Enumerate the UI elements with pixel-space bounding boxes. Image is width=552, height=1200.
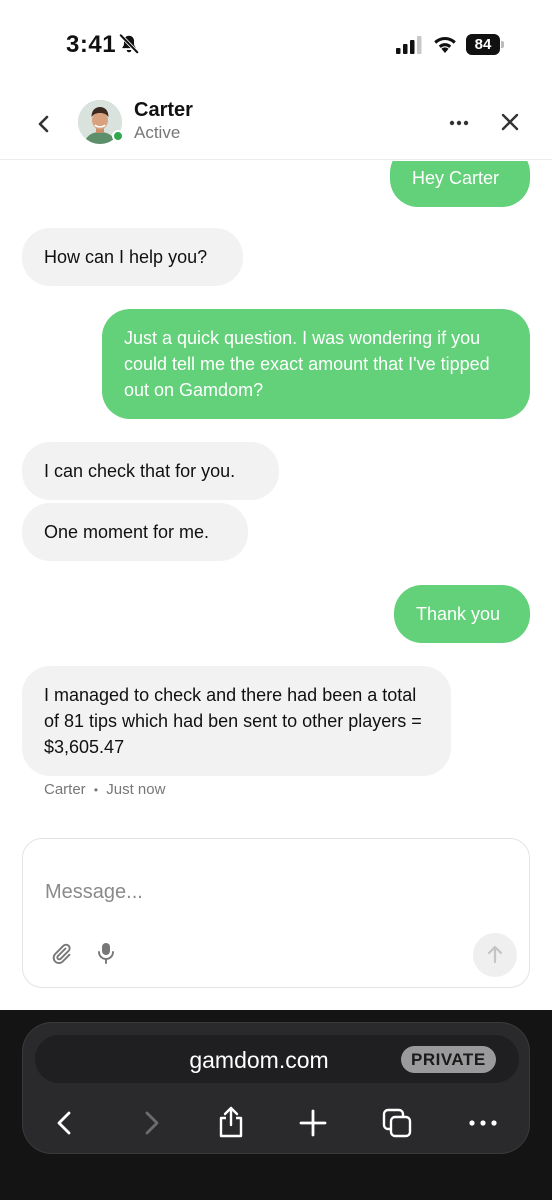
close-icon[interactable]	[496, 108, 524, 136]
message-bubble-outgoing: Just a quick question. I was wondering i…	[102, 309, 530, 419]
address-bar[interactable]: gamdom.com PRIVATE	[35, 1035, 519, 1083]
browser-toolbar: gamdom.com PRIVATE	[0, 1010, 552, 1200]
message-author: Carter	[44, 781, 86, 798]
message-bubble-incoming: How can I help you?	[22, 228, 243, 286]
message-meta: Carter • Just now	[44, 781, 165, 798]
browser-more-icon[interactable]	[467, 1107, 499, 1139]
wifi-icon	[434, 36, 456, 53]
message-input[interactable]	[45, 875, 485, 909]
private-badge: PRIVATE	[401, 1046, 496, 1073]
signal-icon	[396, 36, 422, 54]
paperclip-icon[interactable]	[49, 941, 73, 965]
message-time: Just now	[106, 781, 166, 798]
share-icon[interactable]	[215, 1103, 247, 1139]
tabs-icon[interactable]	[381, 1107, 413, 1139]
message-composer	[22, 838, 530, 988]
ellipsis-icon[interactable]	[444, 108, 474, 138]
chat-header: Carter Active	[0, 90, 552, 160]
message-bubble-incoming: I can check that for you.	[22, 442, 279, 500]
message-bubble-outgoing: Thank you	[394, 585, 530, 643]
message-bubble-outgoing: Hey Carter	[390, 161, 530, 207]
plus-icon[interactable]	[297, 1107, 329, 1139]
message-list[interactable]: Hey Carter How can I help you? Just a qu…	[0, 161, 552, 821]
bell-slash-icon	[119, 34, 139, 54]
status-time: 3:41	[66, 31, 117, 58]
agent-name: Carter	[134, 99, 193, 121]
online-status-dot	[112, 130, 124, 142]
browser-panel: gamdom.com PRIVATE	[22, 1022, 530, 1154]
message-bubble-incoming: I managed to check and there had been a …	[22, 666, 451, 776]
battery-icon: 84	[466, 34, 504, 55]
battery-level: 84	[466, 34, 500, 55]
meta-separator: •	[93, 783, 99, 797]
microphone-icon[interactable]	[95, 941, 117, 965]
arrow-up-icon	[487, 945, 503, 964]
status-bar: 3:41 84	[0, 0, 552, 90]
browser-forward-icon[interactable]	[135, 1107, 167, 1139]
message-bubble-incoming: One moment for me.	[22, 503, 248, 561]
send-button[interactable]	[473, 933, 517, 977]
chevron-left-icon[interactable]	[30, 110, 58, 138]
browser-back-icon[interactable]	[49, 1107, 81, 1139]
agent-status: Active	[134, 123, 181, 142]
